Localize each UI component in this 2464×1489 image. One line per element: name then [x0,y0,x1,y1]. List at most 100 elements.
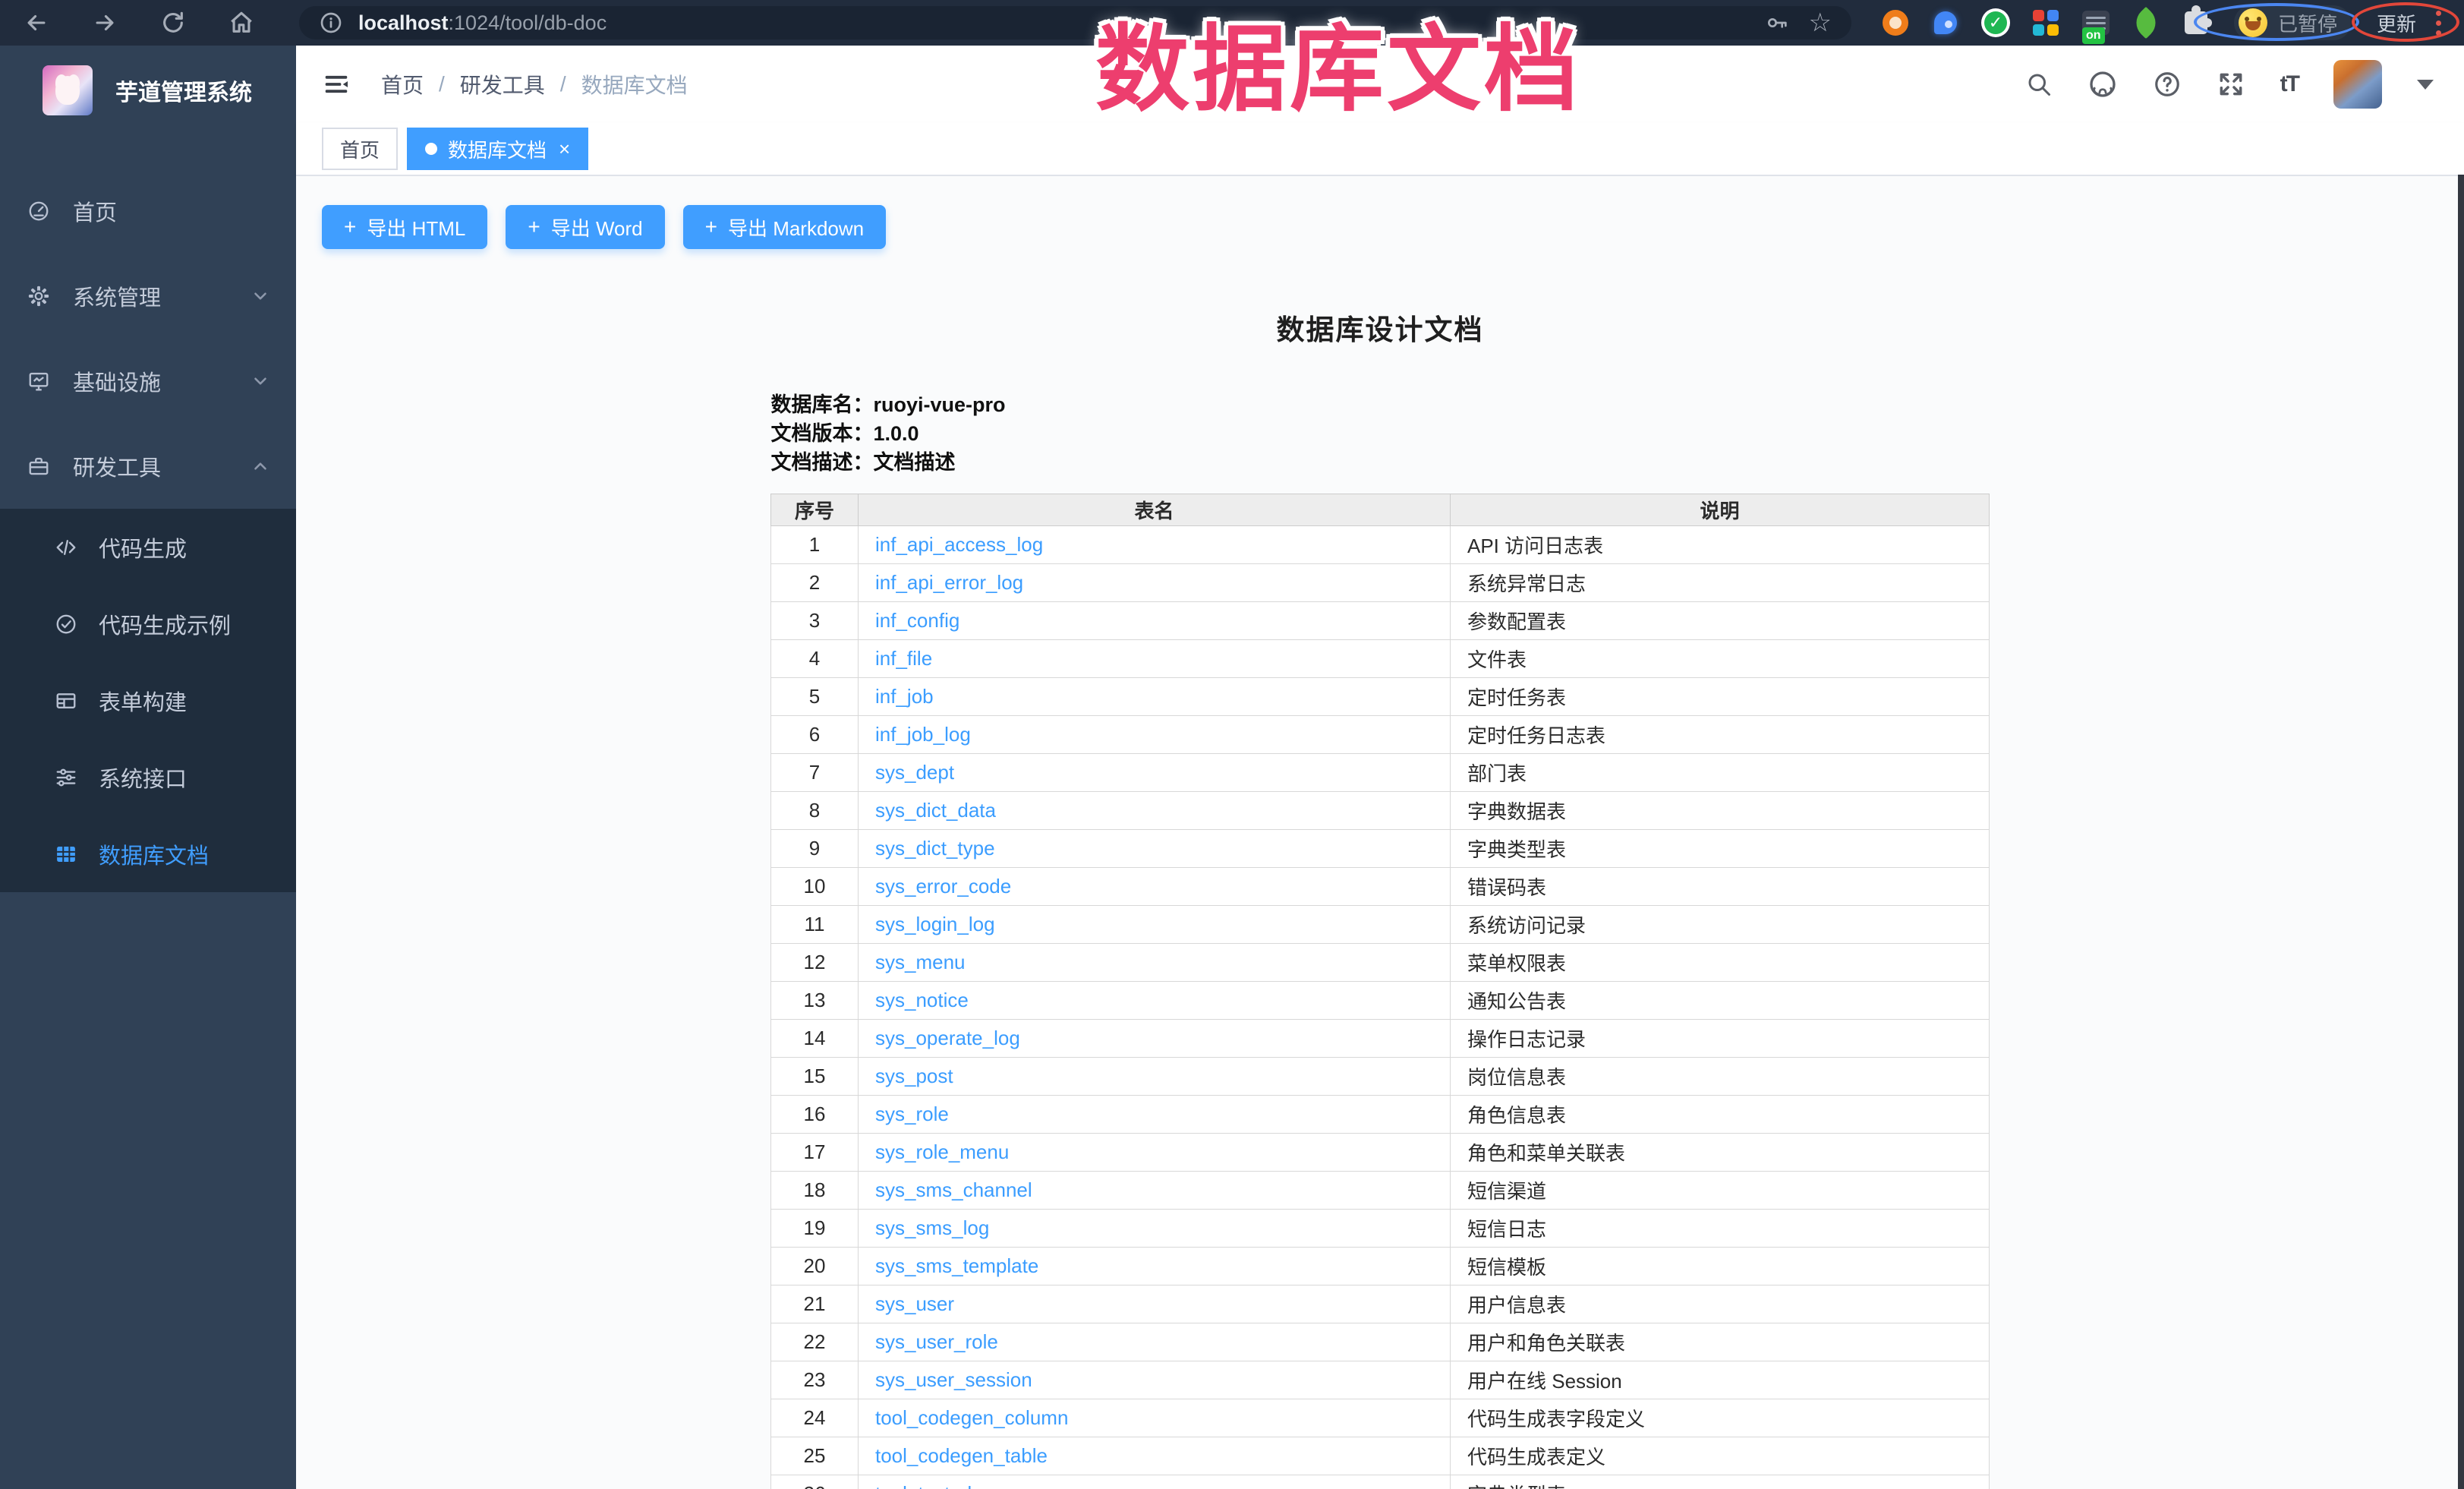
sidebar-item-codegen-example[interactable]: 代码生成示例 [0,585,296,662]
active-dot-icon [425,143,437,155]
code-icon [55,536,77,559]
brand-title: 芋道管理系统 [115,74,252,107]
sidebar-collapse-icon[interactable] [322,70,351,99]
sidebar-item-infrastructure[interactable]: 基础设施 [0,339,296,424]
table-name-link[interactable]: sys_error_code [875,875,1011,898]
table-name-link[interactable]: tool_codegen_column [875,1406,1068,1429]
site-info-icon[interactable] [319,11,343,35]
database-document: 数据库设计文档 数据库名：ruoyi-vue-pro 文档版本：1.0.0 文档… [296,307,2464,1489]
close-icon[interactable]: × [559,139,570,159]
table-name-link[interactable]: sys_role_menu [875,1140,1009,1163]
export-word-button[interactable]: + 导出 Word [506,205,664,249]
table-name-link[interactable]: sys_post [875,1065,953,1087]
sidebar-item-home[interactable]: 首页 [0,169,296,254]
caret-down-icon[interactable] [2417,80,2434,90]
table-name-link[interactable]: inf_file [875,647,932,670]
row-table-name-cell: sys_role [859,1096,1451,1134]
browser-back-button[interactable] [21,8,52,38]
browser-forward-button[interactable] [90,8,120,38]
browser-reload-button[interactable] [158,8,188,38]
row-index: 1 [771,526,859,564]
table-name-link[interactable]: sys_sms_log [875,1216,989,1239]
avatar[interactable] [2333,60,2382,109]
sidebar-item-form-builder[interactable]: 表单构建 [0,662,296,739]
table-name-link[interactable]: sys_user_session [875,1368,1032,1391]
browser-menu-icon[interactable] [2436,11,2441,36]
search-icon[interactable] [2025,71,2053,98]
table-name-link[interactable]: sys_sms_channel [875,1178,1032,1201]
table-name-link[interactable]: sys_dict_type [875,837,995,860]
row-index: 14 [771,1020,859,1058]
fullscreen-icon[interactable] [2217,70,2245,99]
table-name-link[interactable]: sys_notice [875,989,969,1011]
table-row: 7sys_dept部门表 [771,754,1990,792]
row-description: 定时任务日志表 [1451,716,1990,754]
extension-switch-icon[interactable]: on [2081,8,2111,38]
row-table-name-cell: inf_job [859,678,1451,716]
table-name-link[interactable]: tool_test_demo [875,1482,1010,1489]
table-name-link[interactable]: tool_codegen_table [875,1444,1048,1467]
password-key-icon[interactable] [1765,11,1789,35]
row-table-name-cell: inf_api_access_log [859,526,1451,564]
sidebar-item-system-api[interactable]: 系统接口 [0,739,296,815]
help-icon[interactable] [2153,70,2182,99]
sidebar-item-dev-tools[interactable]: 研发工具 [0,424,296,509]
table-name-link[interactable]: sys_user [875,1292,954,1315]
bookmark-star-icon[interactable]: ☆ [1809,10,1832,36]
table-name-link[interactable]: inf_job [875,685,934,708]
github-icon[interactable] [2087,69,2118,99]
address-bar[interactable]: localhost:1024/tool/db-doc ☆ [299,6,1851,39]
row-description: 用户和角色关联表 [1451,1323,1990,1361]
window-scrollbar[interactable] [2458,175,2464,1489]
table-name-link[interactable]: sys_dept [875,761,954,784]
home-icon [228,10,254,36]
row-description: 短信渠道 [1451,1172,1990,1210]
breadcrumb-dev-tools[interactable]: 研发工具 [460,69,545,99]
tab-db-doc[interactable]: 数据库文档 × [407,128,588,170]
sidebar: 芋道管理系统 首页 系统管理 [0,46,296,1489]
font-size-icon[interactable]: tT [2280,71,2299,97]
row-table-name-cell: tool_codegen_table [859,1437,1451,1475]
table-name-link[interactable]: sys_user_role [875,1330,998,1353]
table-name-link[interactable]: inf_api_error_log [875,571,1023,594]
table-name-link[interactable]: sys_login_log [875,913,995,935]
row-description: 字典数据表 [1451,792,1990,830]
row-description: 错误码表 [1451,868,1990,906]
sidebar-item-label: 代码生成 [99,532,187,563]
extension-leaf-icon[interactable] [2131,8,2161,38]
extension-orange-icon[interactable] [1880,8,1911,38]
sidebar-item-system[interactable]: 系统管理 [0,254,296,339]
table-name-link[interactable]: inf_config [875,609,959,632]
table-name-link[interactable]: sys_operate_log [875,1027,1020,1049]
extension-pin-icon[interactable] [1930,8,1961,38]
table-name-link[interactable]: sys_dict_data [875,799,996,822]
table-row: 17sys_role_menu角色和菜单关联表 [771,1134,1990,1172]
table-name-link[interactable]: sys_sms_template [875,1254,1038,1277]
tab-home[interactable]: 首页 [322,128,398,170]
breadcrumb-home[interactable]: 首页 [381,69,424,99]
breadcrumb: 首页 / 研发工具 / 数据库文档 [381,69,688,99]
export-html-button[interactable]: + 导出 HTML [322,205,487,249]
extension-grid-icon[interactable] [2031,8,2061,38]
db-table-body: 1inf_api_access_logAPI 访问日志表2inf_api_err… [771,526,1990,1489]
export-markdown-button[interactable]: + 导出 Markdown [683,205,887,249]
row-description: 代码生成表定义 [1451,1437,1990,1475]
extension-puzzle-icon[interactable] [2181,8,2211,38]
browser-home-button[interactable] [226,8,257,38]
table-name-link[interactable]: inf_job_log [875,723,971,746]
browser-update-button[interactable]: 更新 [2377,9,2416,37]
doc-meta: 数据库名：ruoyi-vue-pro 文档版本：1.0.0 文档描述：文档描述 [771,390,1990,477]
row-table-name-cell: sys_menu [859,944,1451,982]
table-row: 19sys_sms_log短信日志 [771,1210,1990,1248]
sidebar-item-code-generation[interactable]: 代码生成 [0,509,296,585]
row-description: 系统异常日志 [1451,564,1990,602]
row-index: 11 [771,906,859,944]
table-name-link[interactable]: sys_menu [875,951,966,973]
breadcrumb-separator: / [439,72,445,96]
table-name-link[interactable]: sys_role [875,1103,949,1125]
row-description: 短信日志 [1451,1210,1990,1248]
extension-check-icon[interactable]: ✓ [1980,8,2011,38]
table-name-link[interactable]: inf_api_access_log [875,533,1043,556]
extension-paused-badge[interactable]: 已暂停 [2234,5,2351,40]
sidebar-item-db-doc[interactable]: 数据库文档 [0,815,296,892]
